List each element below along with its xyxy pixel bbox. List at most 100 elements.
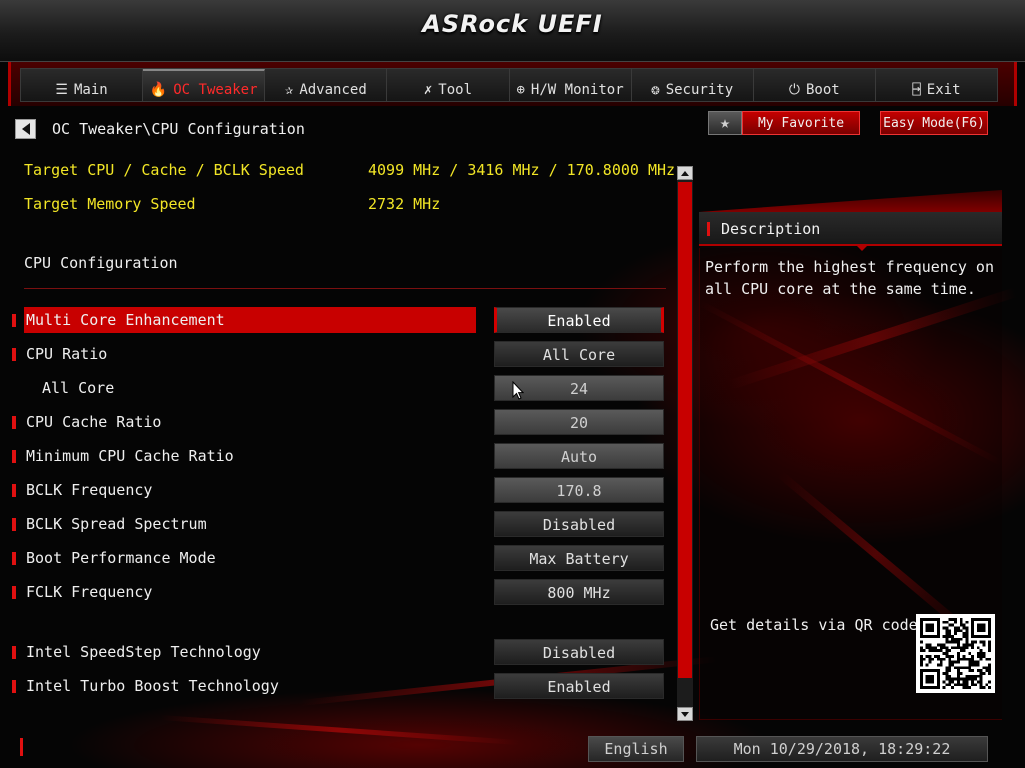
tab-advanced[interactable]: ✰ Advanced [265, 69, 388, 101]
setting-value-field[interactable]: Auto [494, 443, 664, 469]
favorite-group: ★ My Favorite [708, 111, 860, 135]
list-icon: ☰ [55, 82, 68, 98]
uefi-screen: ASRock UEFI ☰ Main 🔥 OC Tweaker ✰ Advanced ✗ To… [0, 0, 1025, 768]
power-icon: ⏻ [788, 82, 800, 98]
setting-marker [12, 450, 16, 463]
target-memory-value: 2732 MHz [368, 195, 441, 213]
setting-row[interactable]: CPU Ratio All Core [12, 341, 666, 367]
setting-value-select[interactable]: 800 MHz [494, 579, 664, 605]
setting-marker [12, 314, 16, 327]
tab-oc-tweaker[interactable]: 🔥 OC Tweaker [143, 69, 266, 101]
target-cpu-value: 4099 MHz / 3416 MHz / 170.8000 MHz [368, 161, 676, 179]
shield-icon: ❂ [651, 82, 660, 98]
setting-row[interactable]: Intel SpeedStep Technology Disabled [12, 639, 666, 665]
target-memory-label: Target Memory Speed [24, 195, 196, 213]
arrow-down-icon [681, 711, 689, 717]
tools-icon: ✗ [423, 82, 433, 98]
setting-value-select[interactable]: Enabled [494, 673, 664, 699]
tab-h-w-monitor[interactable]: ⊕ H/W Monitor [510, 69, 632, 101]
setting-row[interactable]: CPU Cache Ratio 20 [12, 409, 666, 435]
setting-row[interactable]: All Core 24 [12, 375, 666, 401]
setting-marker [12, 348, 16, 361]
flame-icon: 🔥 [149, 82, 168, 98]
setting-label: BCLK Frequency [26, 481, 153, 499]
setting-row[interactable]: BCLK Frequency 170.8 [12, 477, 666, 503]
scrollbar[interactable] [677, 166, 693, 721]
tab-exit[interactable]: ⍈ Exit [876, 69, 997, 101]
setting-row[interactable]: Minimum CPU Cache Ratio Auto [12, 443, 666, 469]
setting-marker [12, 680, 16, 693]
tab-label: H/W Monitor [530, 82, 624, 98]
setting-row[interactable]: BCLK Spread Spectrum Disabled [12, 511, 666, 537]
setting-marker [12, 586, 16, 599]
description-accent [699, 190, 1002, 212]
setting-label: FCLK Frequency [26, 583, 153, 601]
tab-bar: ☰ Main 🔥 OC Tweaker ✰ Advanced ✗ Tool ⊕ H/W Monit… [20, 68, 998, 102]
description-marker [707, 222, 710, 236]
tab-label: Main [73, 82, 108, 98]
setting-marker [12, 484, 16, 497]
tab-label: Advanced [299, 82, 367, 98]
setting-value-select[interactable]: Enabled [494, 307, 664, 333]
back-button[interactable] [15, 119, 36, 139]
setting-label: Intel SpeedStep Technology [26, 643, 261, 661]
qr-label: Get details via QR code [710, 616, 918, 634]
tab-tool[interactable]: ✗ Tool [387, 69, 510, 101]
tab-label: Boot [805, 82, 840, 98]
scrollbar-thumb[interactable] [678, 182, 692, 678]
header: ASRock UEFI [0, 0, 1025, 62]
asrock-uefi-logo: ASRock UEFI [422, 10, 603, 38]
setting-marker [12, 416, 16, 429]
tab-label: Exit [926, 82, 961, 98]
setting-row[interactable]: FCLK Frequency 800 MHz [12, 579, 666, 605]
scroll-down-button[interactable] [677, 707, 693, 721]
target-cpu-label: Target CPU / Cache / BCLK Speed [24, 161, 304, 179]
breadcrumb: OC Tweaker\CPU Configuration [52, 120, 305, 138]
datetime-display: Mon 10/29/2018, 18:29:22 [696, 736, 988, 762]
easy-mode-button[interactable]: Easy Mode(F6) [880, 111, 988, 135]
setting-row[interactable]: Intel Turbo Boost Technology Enabled [12, 673, 666, 699]
monitor-icon: ⊕ [516, 82, 525, 98]
setting-label: Boot Performance Mode [26, 549, 216, 567]
arrow-left-icon [21, 123, 30, 135]
section-divider [24, 288, 666, 289]
tab-security[interactable]: ❂ Security [632, 69, 754, 101]
language-button[interactable]: English [588, 736, 684, 762]
setting-value-field[interactable]: 20 [494, 409, 664, 435]
setting-label: BCLK Spread Spectrum [26, 515, 207, 533]
section-title: CPU Configuration [24, 254, 178, 272]
setting-marker [12, 518, 16, 531]
tab-label: OC Tweaker [173, 82, 258, 98]
setting-value-select[interactable]: All Core [494, 341, 664, 367]
qr-code-icon [916, 614, 995, 693]
my-favorite-button[interactable]: My Favorite [742, 111, 860, 135]
mouse-cursor-icon [512, 381, 524, 400]
description-header: Description [699, 212, 1002, 246]
setting-label: CPU Cache Ratio [26, 413, 162, 431]
setting-label: Minimum CPU Cache Ratio [26, 447, 234, 465]
arrow-up-icon [681, 170, 689, 176]
tab-label: Tool [438, 82, 473, 98]
description-notch [856, 245, 868, 251]
setting-value-select[interactable]: Max Battery [494, 545, 664, 571]
description-text: Perform the highest frequency on all CPU… [705, 258, 994, 298]
setting-label: Multi Core Enhancement [24, 307, 476, 333]
scroll-up-button[interactable] [677, 166, 693, 180]
setting-label: All Core [42, 379, 115, 397]
setting-marker [12, 552, 16, 565]
star-icon: ✰ [284, 82, 294, 98]
description-title: Description [721, 220, 821, 238]
setting-row[interactable]: Multi Core Enhancement Enabled [12, 307, 666, 333]
setting-value-select[interactable]: Disabled [494, 511, 664, 537]
tab-main[interactable]: ☰ Main [21, 69, 144, 101]
favorite-star-icon[interactable]: ★ [708, 111, 742, 135]
footer-marker [20, 738, 23, 756]
exit-icon: ⍈ [912, 82, 921, 98]
setting-value-select[interactable]: Disabled [494, 639, 664, 665]
setting-row[interactable]: Boot Performance Mode Max Battery [12, 545, 666, 571]
setting-label: Intel Turbo Boost Technology [26, 677, 279, 695]
tab-boot[interactable]: ⏻ Boot [754, 69, 876, 101]
setting-marker [12, 646, 16, 659]
tab-label: Security [665, 82, 734, 98]
setting-value-field[interactable]: 170.8 [494, 477, 664, 503]
